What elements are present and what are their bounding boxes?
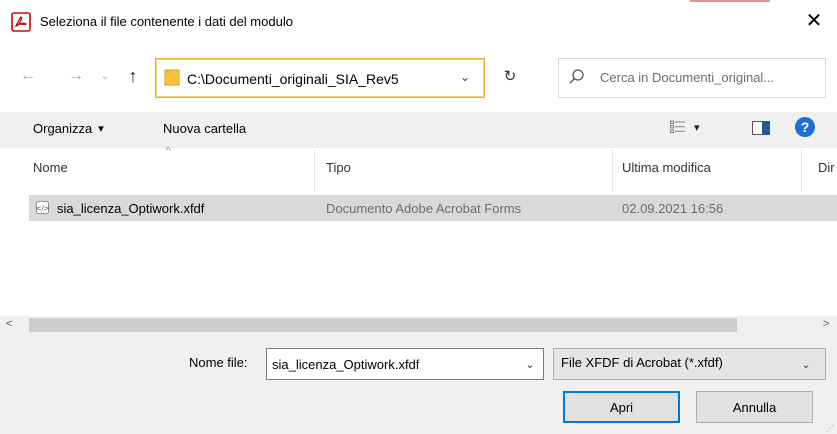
column-header-type[interactable]: Tipo <box>326 160 351 175</box>
filename-dropdown-button[interactable]: ⌄ <box>520 352 540 376</box>
xml-file-icon: </> <box>35 201 50 214</box>
arrow-up-icon: ↑ <box>128 65 138 86</box>
help-icon: ? <box>800 119 810 135</box>
scroll-right-button[interactable]: > <box>823 318 829 330</box>
preview-pane-button[interactable] <box>752 121 770 135</box>
svg-text:</>: </> <box>36 204 49 212</box>
up-button[interactable]: ↑ <box>121 64 145 88</box>
search-input[interactable] <box>600 64 822 90</box>
column-divider[interactable] <box>612 150 613 192</box>
arrow-right-icon: → <box>68 67 84 84</box>
close-button[interactable]: ✕ <box>796 4 832 36</box>
column-header-dir[interactable]: Dir <box>818 160 835 175</box>
organize-label: Organizza <box>33 121 93 136</box>
address-dropdown-button[interactable]: ⌄ <box>455 66 475 88</box>
chevron-down-icon: ⌄ <box>801 358 811 371</box>
column-divider[interactable] <box>801 150 802 192</box>
filename-label: Nome file: <box>189 355 248 370</box>
help-button[interactable]: ? <box>795 117 815 137</box>
column-divider[interactable] <box>314 150 315 192</box>
caret-down-icon: ▾ <box>98 123 104 135</box>
filetype-dropdown-button[interactable]: ⌄ <box>796 352 816 376</box>
chevron-down-icon: ⌄ <box>100 70 110 82</box>
sort-ascending-icon: ^ <box>166 146 171 157</box>
filename-input[interactable] <box>272 352 520 376</box>
refresh-icon: ↻ <box>503 68 517 85</box>
caret-down-icon: ▾ <box>694 121 700 134</box>
column-header-modified[interactable]: Ultima modifica <box>622 160 711 175</box>
scroll-left-button[interactable]: < <box>6 318 12 330</box>
filetype-selected-value: File XFDF di Acrobat (*.xfdf) <box>561 355 723 370</box>
file-name: sia_licenza_Optiwork.xfdf <box>57 201 205 216</box>
back-button[interactable]: ← <box>16 64 40 88</box>
organize-button[interactable]: Organizza ▾ <box>33 121 104 136</box>
background-window-edge <box>690 0 770 2</box>
chevron-down-icon: ⌄ <box>459 70 471 84</box>
details-view-icon <box>670 120 685 133</box>
arrow-left-icon: ← <box>20 67 36 84</box>
cancel-button[interactable]: Annulla <box>696 391 813 423</box>
close-icon: ✕ <box>805 9 823 32</box>
preview-pane-icon <box>752 121 770 135</box>
command-toolbar <box>0 112 837 148</box>
file-type: Documento Adobe Acrobat Forms <box>326 201 522 216</box>
chevron-down-icon: ⌄ <box>525 358 535 371</box>
column-header-name[interactable]: Nome <box>33 160 68 175</box>
open-button[interactable]: Apri <box>563 391 680 423</box>
scrollbar-thumb[interactable] <box>29 318 737 332</box>
new-folder-button[interactable]: Nuova cartella <box>163 121 246 136</box>
recent-locations-button[interactable]: ⌄ <box>96 66 114 86</box>
search-icon <box>567 67 587 87</box>
window-title: Seleziona il file contenente i dati del … <box>40 14 293 29</box>
folder-icon <box>164 66 180 88</box>
resize-grip-icon[interactable]: ⋰ <box>826 424 834 433</box>
address-path: C:\Documenti_originali_SIA_Rev5 <box>187 71 399 87</box>
forward-button[interactable]: → <box>64 64 88 88</box>
file-modified: 02.09.2021 16:56 <box>622 201 724 216</box>
change-view-button[interactable]: ▾ <box>670 120 700 134</box>
acrobat-icon <box>11 12 31 32</box>
refresh-button[interactable]: ↻ <box>498 64 522 88</box>
